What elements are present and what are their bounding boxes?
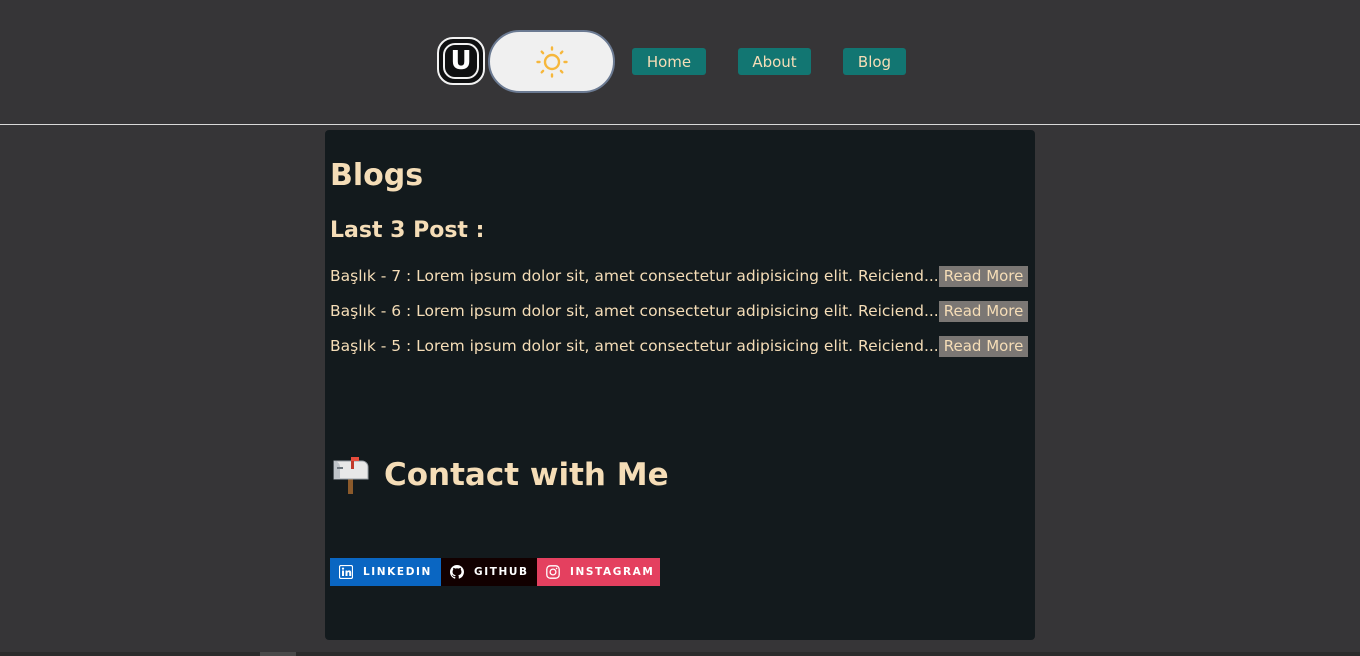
post-summary: Başlık - 7 : Lorem ipsum dolor sit, amet… [330,267,939,285]
nav-home-button[interactable]: Home [632,48,706,75]
theme-toggle-button[interactable] [488,30,615,93]
page-title: Blogs [330,158,424,193]
read-more-button[interactable]: Read More [938,300,1029,322]
github-icon [450,565,464,579]
site-header: U Home About Blog [0,0,1360,125]
scrollbar-thumb[interactable] [260,652,296,656]
nav-blog-button[interactable]: Blog [843,48,906,75]
github-badge[interactable]: GITHUB [441,558,537,586]
sun-icon [535,45,568,78]
post-summary: Başlık - 6 : Lorem ipsum dolor sit, amet… [330,302,939,320]
linkedin-icon [339,565,353,579]
blog-post-item: Başlık - 5 : Lorem ipsum dolor sit, amet… [330,335,1029,357]
read-more-button[interactable]: Read More [938,265,1029,287]
blog-post-item: Başlık - 6 : Lorem ipsum dolor sit, amet… [330,300,1029,322]
instagram-label: INSTAGRAM [570,566,655,578]
linkedin-badge[interactable]: LINKEDIN [330,558,441,586]
github-label: GITHUB [474,566,529,578]
contact-title: Contact with Me [384,457,669,493]
blog-post-item: Başlık - 7 : Lorem ipsum dolor sit, amet… [330,265,1029,287]
site-logo[interactable]: U [437,37,485,85]
contact-heading: Contact with Me [330,455,669,495]
nav-about-button[interactable]: About [738,48,811,75]
instagram-badge[interactable]: INSTAGRAM [537,558,660,586]
section-subtitle: Last 3 Post : [330,218,485,243]
instagram-icon [546,565,560,579]
post-summary: Başlık - 5 : Lorem ipsum dolor sit, amet… [330,337,939,355]
read-more-button[interactable]: Read More [938,335,1029,357]
mailbox-icon [330,455,372,495]
main-content: Blogs Last 3 Post : Başlık - 7 : Lorem i… [325,130,1035,640]
logo-letter: U [443,43,479,79]
linkedin-label: LINKEDIN [363,566,432,578]
horizontal-scrollbar[interactable] [0,652,1360,656]
